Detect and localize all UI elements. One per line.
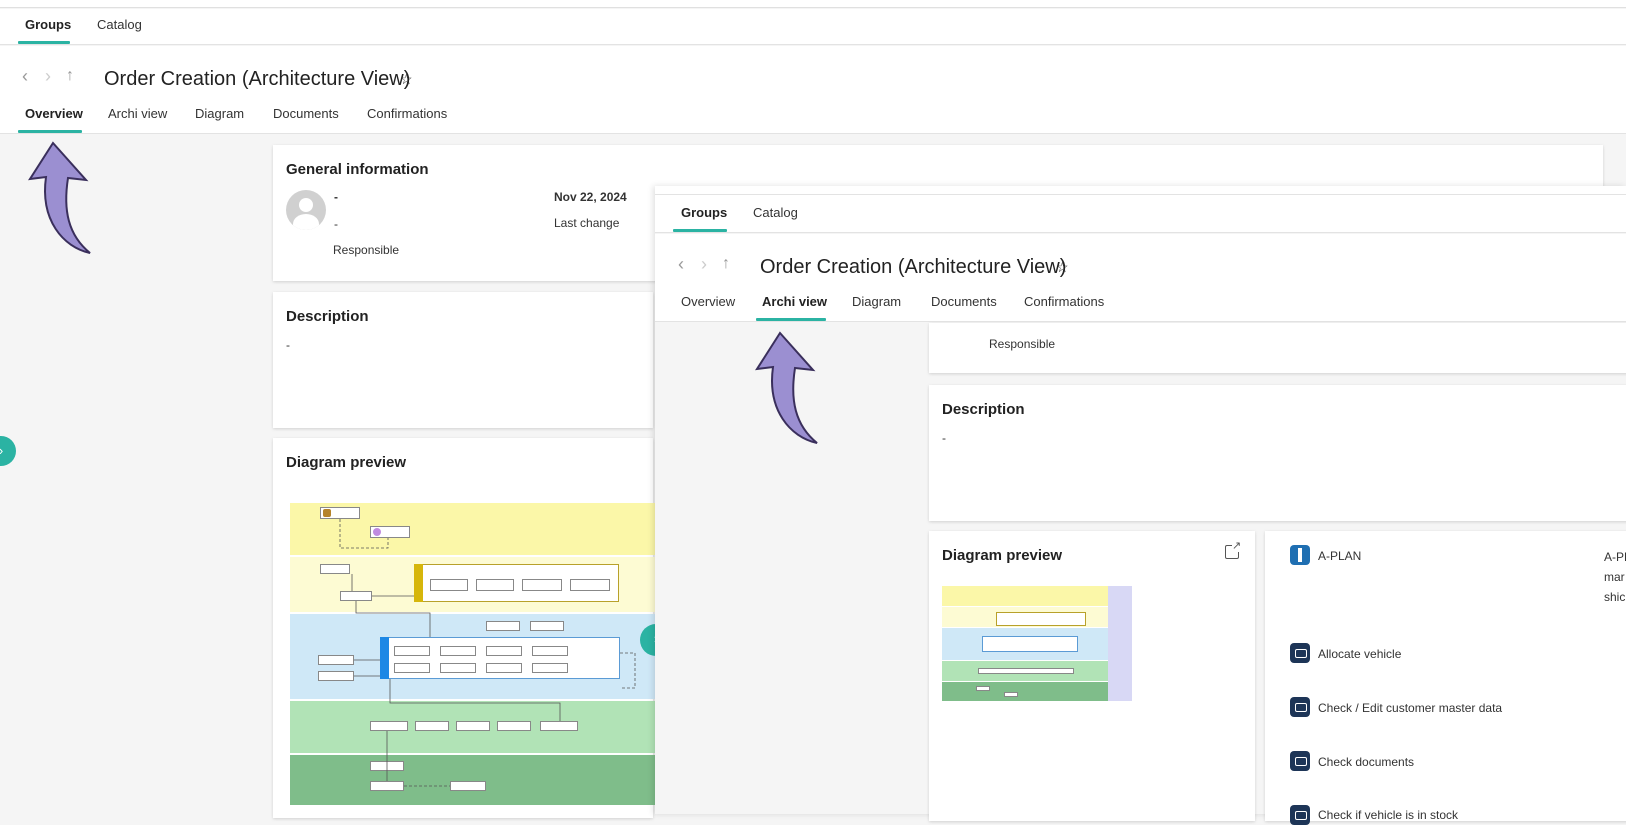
general-info-title: General information bbox=[286, 161, 429, 178]
diagram-thumbnail[interactable] bbox=[290, 503, 655, 805]
front-tab-groups-underline bbox=[673, 229, 727, 232]
front-top-strip bbox=[655, 186, 1626, 195]
page-title: Order Creation (Architecture View) bbox=[104, 68, 411, 90]
extra-lane bbox=[1108, 586, 1132, 701]
subtab-overview-underline bbox=[18, 130, 82, 133]
front-favorite-star-icon[interactable]: ☆ bbox=[1056, 259, 1069, 276]
last-change-date: Nov 22, 2024 bbox=[554, 190, 627, 204]
front-diagram-thumbnail[interactable] bbox=[942, 586, 1132, 701]
diagram-node bbox=[1004, 692, 1018, 697]
subtab-overview[interactable]: Overview bbox=[25, 106, 83, 121]
responsible-role: - bbox=[334, 217, 338, 231]
list-item-a-plan[interactable]: A-PLAN bbox=[1318, 549, 1361, 563]
favorite-star-icon[interactable]: ☆ bbox=[400, 71, 413, 88]
front-page-title: Order Creation (Architecture View) bbox=[760, 256, 1067, 278]
diagram-node bbox=[982, 636, 1078, 652]
front-subtab-confirmations[interactable]: Confirmations bbox=[1024, 294, 1104, 309]
strategy-lane bbox=[942, 586, 1108, 606]
front-description-text: - bbox=[942, 431, 946, 445]
application-icon bbox=[1290, 805, 1310, 825]
subtab-archi-view[interactable]: Archi view bbox=[108, 106, 167, 121]
front-description-title: Description bbox=[942, 401, 1025, 418]
description-card: Description - bbox=[273, 292, 653, 428]
side-text-line-3: shic bbox=[1604, 590, 1626, 604]
front-subtab-overview[interactable]: Overview bbox=[681, 294, 735, 309]
open-external-arrow: ↗ bbox=[1232, 540, 1242, 552]
front-description-card: Description - bbox=[929, 385, 1626, 521]
diagram-node bbox=[978, 668, 1074, 674]
forward-icon[interactable]: › bbox=[45, 66, 51, 87]
front-responsible-label: Responsible bbox=[989, 337, 1056, 351]
front-annotation-arrow-icon bbox=[755, 331, 818, 444]
front-subtab-documents[interactable]: Documents bbox=[931, 294, 997, 309]
tab-catalog[interactable]: Catalog bbox=[97, 17, 142, 32]
front-tab-groups[interactable]: Groups bbox=[681, 205, 727, 220]
front-subtab-diagram[interactable]: Diagram bbox=[852, 294, 901, 309]
up-arrow-icon[interactable]: ↑ bbox=[66, 67, 74, 85]
description-text: - bbox=[286, 338, 290, 352]
list-item-check-vehicle-stock[interactable]: Check if vehicle is in stock bbox=[1318, 808, 1458, 822]
front-up-arrow-icon[interactable]: ↑ bbox=[722, 255, 730, 273]
side-panel-toggle[interactable]: › bbox=[0, 436, 16, 466]
subtab-confirmations[interactable]: Confirmations bbox=[367, 106, 447, 121]
front-tabs-bar bbox=[655, 195, 1626, 233]
back-tabs-bar bbox=[0, 9, 1626, 45]
list-item-allocate-vehicle[interactable]: Allocate vehicle bbox=[1318, 647, 1401, 661]
front-subtab-archi-view[interactable]: Archi view bbox=[762, 294, 827, 309]
responsible-name: - bbox=[334, 190, 338, 204]
last-change-label: Last change bbox=[554, 216, 620, 230]
back-icon[interactable]: ‹ bbox=[22, 66, 28, 87]
avatar bbox=[286, 190, 326, 230]
front-general-info-card: Responsible bbox=[929, 323, 1626, 373]
front-subtab-archi-view-underline bbox=[756, 318, 826, 321]
diagram-node bbox=[996, 612, 1086, 626]
tab-groups-underline bbox=[18, 41, 70, 44]
subtab-diagram[interactable]: Diagram bbox=[195, 106, 244, 121]
annotation-arrow-icon bbox=[28, 141, 91, 254]
physical-lane bbox=[942, 682, 1108, 701]
list-item-check-documents[interactable]: Check documents bbox=[1318, 755, 1414, 769]
list-item-check-edit-customer[interactable]: Check / Edit customer master data bbox=[1318, 701, 1502, 715]
diagram-node bbox=[976, 686, 990, 691]
side-text-line-1: A-PL bbox=[1604, 550, 1626, 564]
diagram-connectors bbox=[339, 519, 636, 787]
application-icon bbox=[1290, 751, 1310, 771]
side-text-line-2: mar bbox=[1604, 570, 1625, 584]
front-back-icon[interactable]: ‹ bbox=[678, 254, 684, 275]
diagram-preview-title: Diagram preview bbox=[286, 454, 407, 471]
application-icon bbox=[1290, 697, 1310, 717]
front-tab-catalog[interactable]: Catalog bbox=[753, 205, 798, 220]
a-plan-icon bbox=[1290, 545, 1310, 565]
front-forward-icon[interactable]: › bbox=[701, 254, 707, 275]
application-list-card bbox=[1265, 531, 1626, 821]
top-strip bbox=[0, 0, 1626, 8]
application-icon bbox=[1290, 643, 1310, 663]
front-diagram-preview-title: Diagram preview bbox=[942, 547, 1063, 564]
subtab-documents[interactable]: Documents bbox=[273, 106, 339, 121]
description-title: Description bbox=[286, 308, 369, 325]
tab-groups[interactable]: Groups bbox=[25, 17, 71, 32]
responsible-label: Responsible bbox=[333, 243, 400, 257]
